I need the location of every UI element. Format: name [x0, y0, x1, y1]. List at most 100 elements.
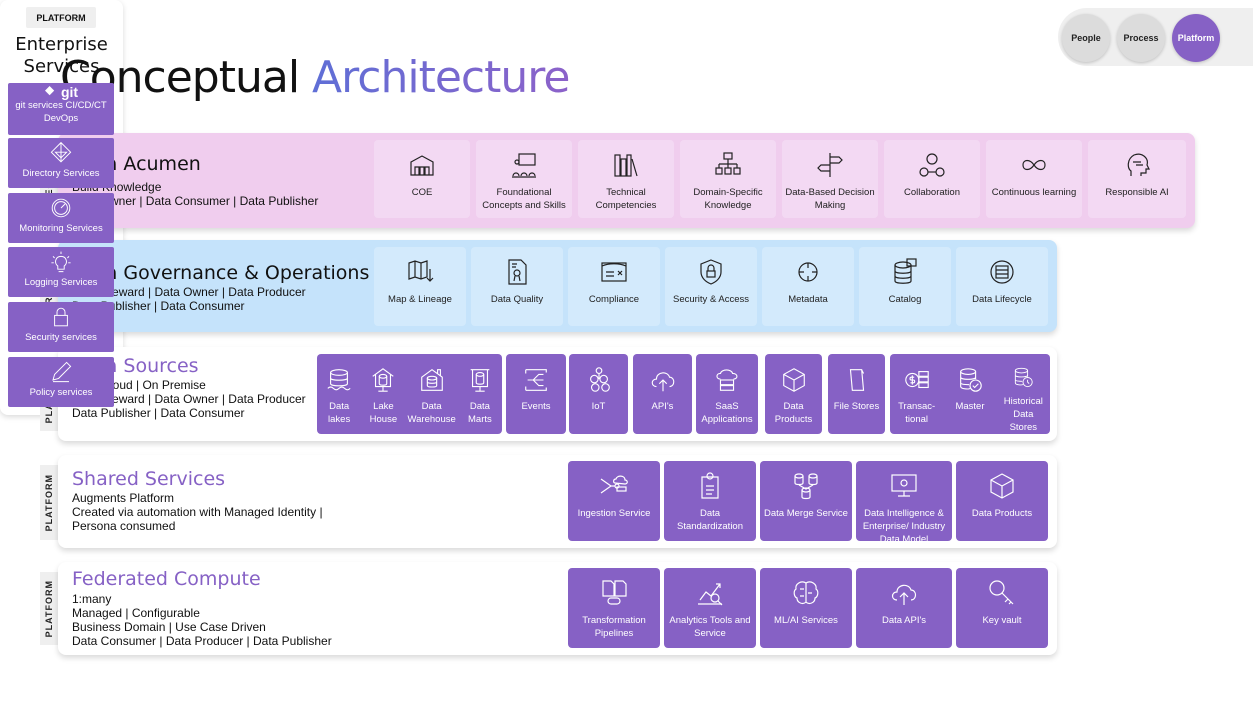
pipeline-icon	[602, 580, 627, 605]
tile-security-access[interactable]: Security & Access	[665, 247, 757, 326]
tile-label: Ingestion Service	[577, 508, 651, 519]
tile-data-marts[interactable]: Data Marts	[458, 354, 502, 434]
tile-continuous-learning[interactable]: Continuous learning	[986, 140, 1082, 218]
tile-label: Master	[955, 401, 985, 412]
toggle-platform-button[interactable]: Platform	[1172, 14, 1220, 62]
hierarchy-icon	[715, 152, 741, 175]
tile-events[interactable]: Events	[506, 354, 566, 434]
tile-label: Collaboration	[904, 187, 960, 198]
tile-ingestion-service[interactable]: Ingestion Service	[568, 461, 660, 541]
toggle-process-button[interactable]: Process	[1117, 14, 1165, 62]
document-gear-icon	[701, 472, 719, 499]
tile-label: Technical Competencies	[595, 187, 657, 211]
enterprise-tile-logging-services[interactable]: Logging Services	[8, 247, 114, 297]
tile-label: Data API's	[881, 615, 927, 626]
tile-label: Security services	[25, 332, 97, 343]
row-federated-compute: Federated Compute 1:many Managed | Configu…	[58, 562, 1057, 655]
metadata-icon	[798, 262, 818, 282]
building-icon	[410, 155, 434, 176]
tile-data-warehouse[interactable]: Data Warehouse	[406, 354, 458, 434]
gauge-icon	[51, 198, 71, 218]
tile-data-intelligence-enterprise-industry-data-model[interactable]: Data Intelligence & Enterprise/ Industry…	[856, 461, 952, 545]
tile-master[interactable]: Master	[943, 354, 996, 434]
tile-lake-house[interactable]: Lake House	[361, 354, 405, 434]
transaction-icon	[904, 371, 929, 389]
tile-ml-ai-services[interactable]: ML/AI Services	[760, 568, 852, 648]
tile-api-s[interactable]: API's	[633, 354, 692, 434]
tile-data-standardization[interactable]: Data Standardization	[664, 461, 756, 541]
row-title: Federated Compute	[72, 568, 261, 590]
tile-file-stores[interactable]: File Stores	[828, 354, 885, 434]
enterprise-tile-git-services-ci-cd-ct-devops[interactable]: git git services CI/CD/CT DevOps	[8, 83, 114, 135]
row-subtitle-line: Managed | Configurable	[72, 606, 200, 620]
tile-foundational-concepts-and-skills[interactable]: Foundational Concepts and Skills	[476, 140, 572, 218]
tile-label: Data Warehouse	[407, 401, 456, 425]
iot-icon	[589, 367, 610, 392]
tile-domain-specific-knowledge[interactable]: Domain-Specific Knowledge	[680, 140, 776, 218]
tile-analytics-tools-and-service[interactable]: Analytics Tools and Service	[664, 568, 756, 648]
enterprise-tile-policy-services[interactable]: Policy services	[8, 357, 114, 407]
warehouse-icon	[420, 369, 443, 391]
tile-catalog[interactable]: Catalog	[859, 247, 951, 326]
tile-technical-competencies[interactable]: Technical Competencies	[578, 140, 674, 218]
tile-iot[interactable]: IoT	[569, 354, 628, 434]
tile-historical-data-stores[interactable]: Historical Data Stores	[997, 354, 1050, 434]
row-data-acumen: Data Acumen Build Knowledge Data Owner | D…	[58, 133, 1195, 228]
tile-data-products[interactable]: Data Products	[956, 461, 1048, 541]
books-icon	[614, 154, 638, 177]
head-brain-icon	[1127, 153, 1150, 176]
database-merge-icon	[794, 473, 818, 500]
tile-map-lineage[interactable]: Map & Lineage	[374, 247, 466, 326]
tile-compliance[interactable]: Compliance	[568, 247, 660, 326]
cube-icon	[782, 368, 805, 392]
tile-data-lifecycle[interactable]: Data Lifecycle	[956, 247, 1048, 326]
tile-label: Logging Services	[24, 277, 98, 288]
tile-label: Analytics Tools and Service	[669, 615, 751, 639]
tile-label: COE	[411, 187, 433, 198]
tile-data-api-s[interactable]: Data API's	[856, 568, 952, 648]
key-icon	[989, 580, 1014, 605]
tile-data-merge-service[interactable]: Data Merge Service	[760, 461, 852, 541]
source-group: Data lakes Lake House Data Warehouse Data M…	[317, 354, 502, 434]
tile-transformation-pipelines[interactable]: Transformation Pipelines	[568, 568, 660, 648]
tile-label: Catalog	[888, 294, 922, 305]
tile-data-quality[interactable]: Data Quality	[471, 247, 563, 326]
classroom-icon	[512, 153, 536, 178]
tile-responsible-ai[interactable]: Responsible AI	[1088, 140, 1186, 218]
row-title: Shared Services	[72, 468, 226, 490]
tile-coe[interactable]: COE	[374, 140, 470, 218]
tile-saas-applications[interactable]: SaaS Applications	[696, 354, 758, 434]
tile-label: Historical Data Stores	[1003, 396, 1043, 433]
database-lake-icon	[327, 369, 351, 391]
tile-data-products[interactable]: Data Products	[765, 354, 822, 434]
certificate-icon	[508, 259, 527, 285]
tile-metadata[interactable]: Metadata	[762, 247, 854, 326]
tile-label: Lake House	[369, 401, 398, 425]
title-part-2: Architecture	[312, 52, 570, 103]
tile-key-vault[interactable]: Key vault	[956, 568, 1048, 648]
row-subtitle: Augments Platform Created via automation …	[72, 491, 323, 533]
toggle-people-button[interactable]: People	[1062, 14, 1110, 62]
layer-label-text: PLATFORM	[44, 579, 54, 638]
shield-lock-icon	[700, 259, 722, 285]
tile-label: IoT	[591, 401, 606, 412]
tile-label: Monitoring Services	[19, 223, 103, 234]
source-group: IoT	[569, 354, 628, 434]
tile-data-lakes[interactable]: Data lakes	[317, 354, 361, 434]
tile-label: Data Marts	[468, 401, 492, 425]
source-group: Transac-tional Master Historical Data Stor…	[890, 354, 1050, 434]
source-group: API's	[633, 354, 692, 434]
tile-collaboration[interactable]: Collaboration	[884, 140, 980, 218]
layer-label-text: PLATFORM	[44, 473, 54, 532]
tile-label: Data Standardization	[676, 508, 744, 532]
tile-label: SaaS Applications	[701, 401, 753, 425]
source-group: SaaS Applications	[696, 354, 758, 434]
tile-data-based-decision-making[interactable]: Data-Based Decision Making	[782, 140, 878, 218]
tile-transac-tional[interactable]: Transac-tional	[890, 354, 943, 434]
enterprise-tile-security-services[interactable]: Security services	[8, 302, 114, 352]
source-group: File Stores	[828, 354, 885, 434]
tile-label: Transformation Pipelines	[582, 615, 646, 639]
enterprise-tile-monitoring-services[interactable]: Monitoring Services	[8, 193, 114, 243]
enterprise-tile-directory-services[interactable]: Directory Services	[8, 138, 114, 188]
database-clock-icon	[1015, 367, 1033, 388]
